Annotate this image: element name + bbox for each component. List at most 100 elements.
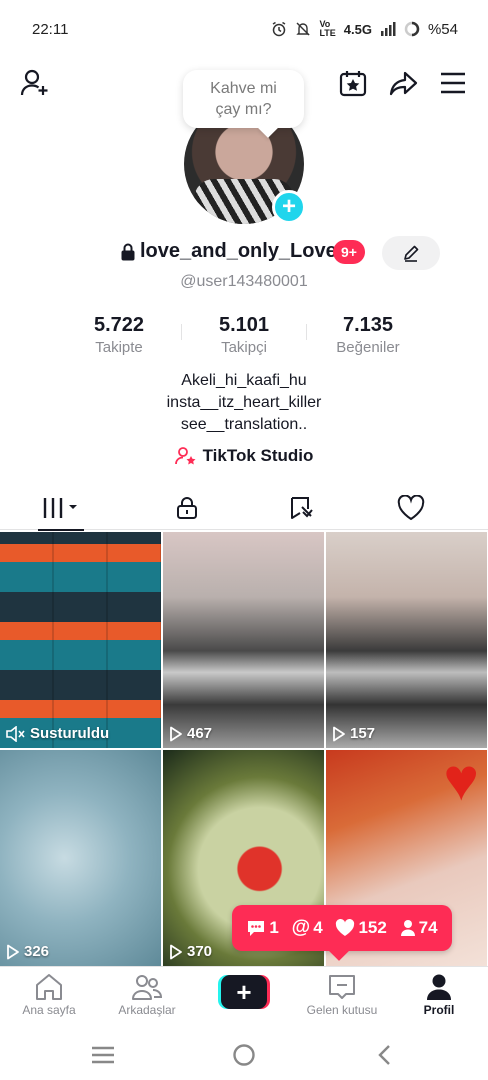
comments-count: 1: [269, 918, 279, 937]
menu-button[interactable]: [436, 66, 470, 100]
video-thumbnail[interactable]: 157: [326, 532, 487, 748]
home-icon: [36, 974, 62, 1000]
signal-icon: [380, 22, 396, 36]
activity-summary-popup[interactable]: 1 @ 4 152 74: [232, 905, 452, 951]
video-thumbnail[interactable]: 467: [163, 532, 324, 748]
nav-home[interactable]: Ana sayfa: [1, 973, 97, 1017]
status-icons: Vo LTE 4.5G %54: [271, 20, 458, 38]
video-thumbnail[interactable]: 326: [0, 750, 161, 966]
friends-icon: [132, 975, 163, 1000]
comment-icon: [248, 921, 265, 936]
add-story-button[interactable]: +: [272, 190, 306, 224]
nav-inbox[interactable]: Gelen kutusu: [294, 973, 390, 1017]
hamburger-icon: [441, 72, 465, 94]
profile-icon: [427, 974, 451, 1000]
view-count: 326: [24, 943, 50, 960]
tab-private[interactable]: [126, 486, 248, 530]
note-line: Kahve mi: [210, 80, 277, 97]
followers-activity: 74: [400, 918, 438, 938]
user-handle: @user143480001: [180, 273, 308, 290]
creator-calendar-button[interactable]: [336, 66, 370, 100]
alarm-icon: [271, 21, 287, 37]
tab-reposts[interactable]: [240, 486, 362, 530]
nav-home-label: Ana sayfa: [22, 1003, 76, 1017]
add-user-icon: [20, 69, 48, 96]
view-count: 370: [187, 943, 213, 960]
add-friend-button[interactable]: [18, 66, 52, 100]
following-label: Takipte: [95, 339, 143, 356]
bio: Akeli_hi_kaafi_hu insta__itz_heart_kille…: [0, 370, 488, 436]
username-row: love_and_only_Love 9+: [0, 236, 488, 270]
video-label: Susturuldu: [30, 725, 110, 742]
nav-inbox-label: Gelen kutusu: [306, 1003, 378, 1017]
recent-apps-button[interactable]: [88, 1042, 118, 1068]
nav-profile[interactable]: Profil: [391, 973, 487, 1017]
circle-home-icon: [233, 1044, 255, 1066]
battery-level: %54: [427, 20, 458, 38]
status-bar: 22:11 Vo LTE 4.5G %54: [0, 0, 488, 58]
studio-label: TikTok Studio: [202, 446, 314, 465]
repost-icon: [291, 497, 313, 519]
mentions-count: 4: [313, 918, 323, 937]
back-chevron-icon: [378, 1045, 390, 1065]
tiktok-studio-link[interactable]: TikTok Studio: [0, 446, 488, 466]
followers-activity-count: 74: [418, 918, 438, 937]
video-thumbnail[interactable]: Susturuldu: [0, 532, 161, 748]
note-line: çay mı?: [215, 101, 272, 118]
mentions-activity: @ 4: [292, 917, 323, 939]
following-stat[interactable]: 5.722 Takipte: [59, 314, 179, 358]
volte-icon: Vo LTE: [319, 19, 336, 38]
edit-profile-button[interactable]: [382, 236, 440, 270]
private-lock-icon: [121, 243, 135, 260]
play-icon: [170, 726, 182, 741]
likes-label: Beğeniler: [336, 339, 400, 356]
network-type: 4.5G: [343, 21, 372, 37]
system-navigation-bar: [0, 1028, 488, 1080]
back-button[interactable]: [370, 1042, 400, 1068]
nav-profile-label: Profil: [423, 1003, 455, 1017]
lock-icon: [177, 497, 197, 519]
tab-videos[interactable]: [0, 486, 122, 531]
bottom-navigation: Ana sayfa Arkadaşlar + Gelen kutusu Prof…: [0, 966, 488, 1028]
profile-note-bubble[interactable]: Kahve mi çay mı?: [183, 70, 304, 128]
comments-activity: 1: [246, 918, 279, 938]
stat-divider: [306, 324, 307, 340]
person-icon: [400, 920, 415, 936]
followers-label: Takipçi: [221, 339, 267, 356]
share-icon: [389, 71, 418, 96]
bio-line: Akeli_hi_kaafi_hu: [181, 372, 307, 389]
nav-friends-label: Arkadaşlar: [118, 1003, 176, 1017]
recents-icon: [92, 1046, 114, 1064]
video-stat: 370: [169, 943, 212, 960]
play-icon: [170, 944, 182, 959]
tab-liked[interactable]: [350, 486, 472, 530]
likes-activity-count: 152: [358, 918, 387, 937]
followers-count: 5.101: [218, 314, 270, 336]
likes-count: 7.135: [342, 314, 394, 336]
mention-icon: @: [291, 917, 311, 938]
home-system-button[interactable]: [229, 1042, 259, 1068]
plus-icon: +: [281, 193, 296, 220]
muted-icon: [6, 725, 25, 742]
mute-icon: [295, 21, 311, 37]
plus-icon: +: [221, 975, 267, 1009]
status-time: 22:11: [32, 20, 69, 38]
bio-line: see__translation..: [180, 416, 308, 433]
share-profile-button[interactable]: [386, 66, 420, 100]
username: love_and_only_Love: [120, 240, 337, 263]
notification-badge[interactable]: 9+: [333, 240, 365, 264]
nav-friends[interactable]: Arkadaşlar: [99, 973, 195, 1017]
battery-icon: [404, 21, 420, 37]
likes-stat[interactable]: 7.135 Beğeniler: [308, 314, 428, 358]
studio-user-star-icon: [174, 447, 196, 465]
pencil-icon: [404, 245, 419, 262]
heart-filled-icon: [336, 919, 355, 936]
stat-divider: [181, 324, 182, 340]
followers-stat[interactable]: 5.101 Takipçi: [184, 314, 304, 358]
calendar-star-icon: [339, 71, 367, 97]
create-button[interactable]: +: [218, 975, 270, 1009]
heart-sticker-icon: ♥: [443, 750, 479, 813]
video-stat: 467: [169, 725, 212, 742]
likes-activity: 152: [335, 918, 387, 938]
heart-icon: [397, 495, 425, 521]
